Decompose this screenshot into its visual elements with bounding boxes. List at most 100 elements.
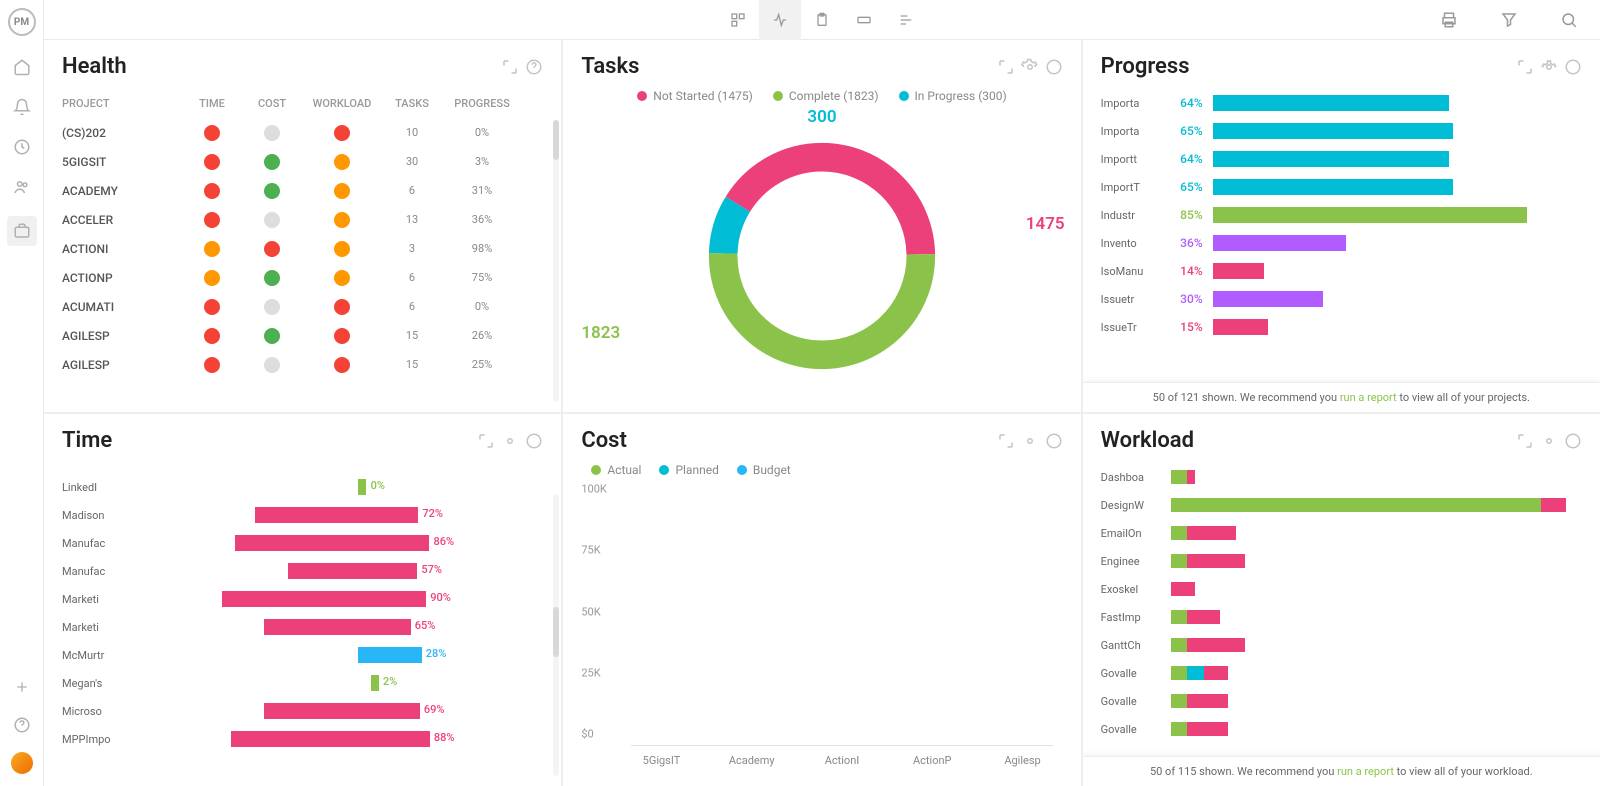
row-label: EmailOn <box>1101 527 1161 540</box>
time-row[interactable]: Manufac 57% <box>62 557 543 585</box>
time-row[interactable]: Megan's 2% <box>62 669 543 697</box>
clock-icon[interactable] <box>11 136 33 158</box>
health-row[interactable]: AGILESP 15 25% <box>62 350 543 379</box>
team-icon[interactable] <box>11 176 33 198</box>
expand-icon[interactable] <box>501 58 519 76</box>
legend-item[interactable]: Not Started (1475) <box>637 89 753 103</box>
help-badge-icon[interactable] <box>1045 432 1063 450</box>
expand-icon[interactable] <box>477 432 495 450</box>
legend-item[interactable]: Actual <box>591 463 641 477</box>
help-icon[interactable] <box>11 714 33 736</box>
workload-row[interactable]: Enginee <box>1101 547 1582 575</box>
gear-icon[interactable] <box>501 432 519 450</box>
progress-row[interactable]: Invento 36% <box>1101 229 1582 257</box>
time-row[interactable]: Microso 69% <box>62 697 543 725</box>
workload-track <box>1171 638 1582 652</box>
health-row[interactable]: 5GIGSIT 30 3% <box>62 147 543 176</box>
health-row[interactable]: (CS)202 10 0% <box>62 118 543 147</box>
expand-icon[interactable] <box>1516 58 1534 76</box>
row-label: MPPImpo <box>62 733 132 746</box>
workload-row[interactable]: EmailOn <box>1101 519 1582 547</box>
health-row[interactable]: ACTIONI 3 98% <box>62 234 543 263</box>
overview-tab[interactable] <box>717 0 759 40</box>
run-report-link[interactable]: run a report <box>1337 765 1394 778</box>
progress-row[interactable]: Issuetr 30% <box>1101 285 1582 313</box>
activity-tab[interactable] <box>759 0 801 40</box>
workload-row[interactable]: FastImp <box>1101 603 1582 631</box>
progress-row[interactable]: Importa 65% <box>1101 117 1582 145</box>
gear-icon[interactable] <box>1540 432 1558 450</box>
help-badge-icon[interactable] <box>1045 58 1063 76</box>
status-dot <box>334 125 350 141</box>
add-icon[interactable] <box>11 676 33 698</box>
progress-row[interactable]: Industr 85% <box>1101 201 1582 229</box>
progress-row[interactable]: IsoManu 14% <box>1101 257 1582 285</box>
help-badge-icon[interactable] <box>525 432 543 450</box>
timeline-tab[interactable] <box>885 0 927 40</box>
progress-row[interactable]: Importa 64% <box>1101 89 1582 117</box>
time-row[interactable]: Manufac 86% <box>62 529 543 557</box>
scrollbar[interactable] <box>553 120 559 402</box>
workload-track <box>1171 554 1582 568</box>
sidebar: PM <box>0 0 44 786</box>
legend-label: Budget <box>753 463 791 477</box>
gear-icon[interactable] <box>1021 432 1039 450</box>
column-header: PROJECT <box>62 97 182 110</box>
clipboard-tab[interactable] <box>801 0 843 40</box>
time-row[interactable]: Madison 72% <box>62 501 543 529</box>
progress-row[interactable]: ImportT 65% <box>1101 173 1582 201</box>
x-label: Academy <box>729 754 775 767</box>
health-row[interactable]: ACADEMY 6 31% <box>62 176 543 205</box>
time-row[interactable]: Marketi 90% <box>62 585 543 613</box>
health-row[interactable]: ACCELER 13 36% <box>62 205 543 234</box>
bell-icon[interactable] <box>11 96 33 118</box>
health-row[interactable]: AGILESP 15 26% <box>62 321 543 350</box>
legend-item[interactable]: In Progress (300) <box>899 89 1007 103</box>
avatar[interactable] <box>11 752 33 774</box>
workload-row[interactable]: GanttCh <box>1101 631 1582 659</box>
filter-icon[interactable] <box>1488 0 1530 40</box>
time-row[interactable]: LinkedI 0% <box>62 473 543 501</box>
expand-icon[interactable] <box>1516 432 1534 450</box>
workload-row[interactable]: Govalle <box>1101 687 1582 715</box>
health-row[interactable]: ACUMATI 6 0% <box>62 292 543 321</box>
project-name: ACTIONP <box>62 271 182 285</box>
legend-item[interactable]: Planned <box>659 463 718 477</box>
status-dot <box>204 154 220 170</box>
print-icon[interactable] <box>1428 0 1470 40</box>
home-icon[interactable] <box>11 56 33 78</box>
bar-fill <box>358 647 421 663</box>
time-row[interactable]: MPPImpo 88% <box>62 725 543 753</box>
help-badge-icon[interactable] <box>1564 58 1582 76</box>
legend-item[interactable]: Complete (1823) <box>773 89 879 103</box>
workload-row[interactable]: Dashboa <box>1101 463 1582 491</box>
card-tab[interactable] <box>843 0 885 40</box>
gear-icon[interactable] <box>1021 58 1039 76</box>
expand-icon[interactable] <box>997 432 1015 450</box>
expand-icon[interactable] <box>997 58 1015 76</box>
bar-fill <box>1213 291 1324 307</box>
time-row[interactable]: Marketi 65% <box>62 613 543 641</box>
workload-row[interactable]: Govalle <box>1101 715 1582 743</box>
workload-row[interactable]: Govalle <box>1101 659 1582 687</box>
time-row[interactable]: McMurtr 28% <box>62 641 543 669</box>
legend-item[interactable]: Budget <box>737 463 791 477</box>
search-icon[interactable] <box>1548 0 1590 40</box>
progress-panel: Progress Importa 64% Importa 65% Importt… <box>1083 40 1600 412</box>
workload-row[interactable]: DesignW <box>1101 491 1582 519</box>
row-label: Microso <box>62 705 132 718</box>
workload-footer: 50 of 115 shown. We recommend you run a … <box>1083 756 1600 786</box>
progress-title: Progress <box>1101 54 1190 79</box>
progress-row[interactable]: Importt 64% <box>1101 145 1582 173</box>
help-badge-icon[interactable] <box>525 58 543 76</box>
portfolio-icon[interactable] <box>7 216 37 246</box>
scrollbar[interactable] <box>553 494 559 776</box>
workload-row[interactable]: Exoskel <box>1101 575 1582 603</box>
help-badge-icon[interactable] <box>1564 432 1582 450</box>
row-pct: 30% <box>1165 292 1203 306</box>
run-report-link[interactable]: run a report <box>1340 391 1397 404</box>
health-row[interactable]: ACTIONP 6 75% <box>62 263 543 292</box>
gear-icon[interactable] <box>1540 58 1558 76</box>
row-label: Manufac <box>62 565 132 578</box>
progress-row[interactable]: IssueTr 15% <box>1101 313 1582 341</box>
